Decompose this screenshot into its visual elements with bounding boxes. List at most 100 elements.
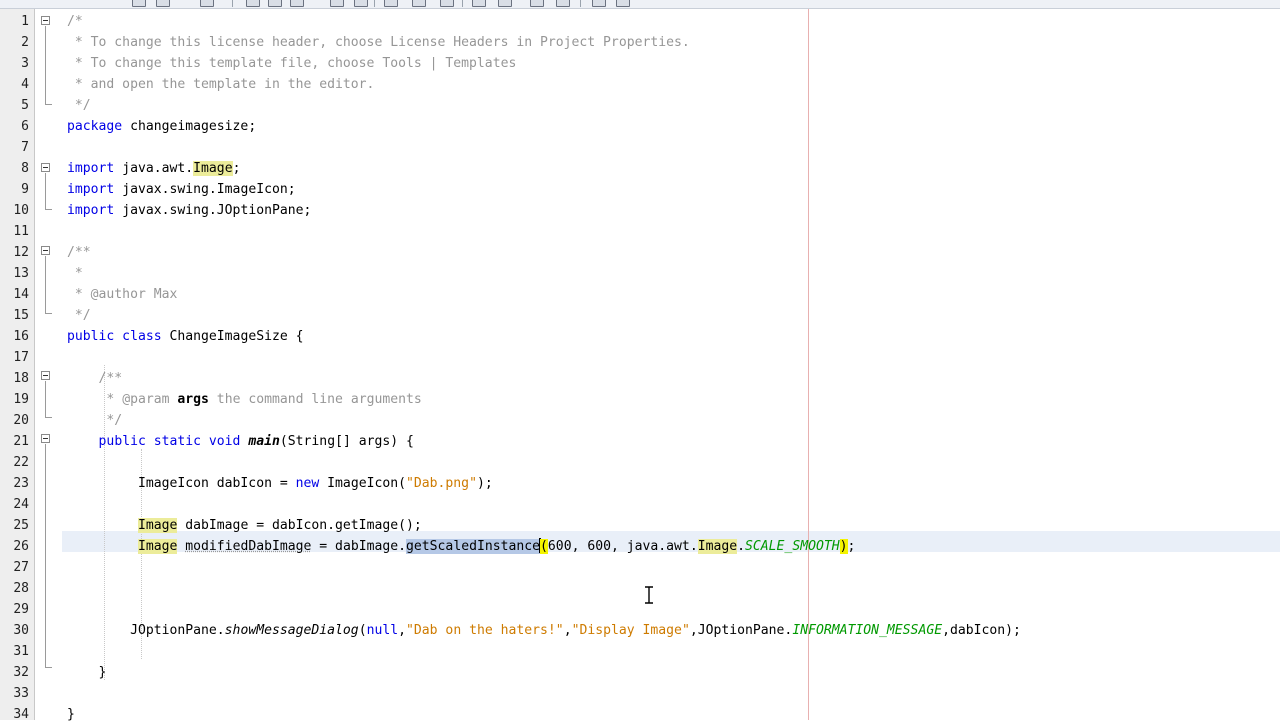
code-line[interactable]: */ [67,95,91,116]
forward-icon[interactable] [290,0,304,7]
line-number: 31 [13,644,29,659]
code-token: modifiedDabImage [185,539,312,554]
code-line[interactable]: * To change this template file, choose T… [67,53,516,74]
line-number: 4 [21,77,29,92]
code-token: Image [137,518,178,533]
fold-toggle-icon[interactable] [41,16,50,25]
code-line[interactable]: import java.awt.Image; [67,158,240,179]
code-token: new [295,476,320,491]
code-line[interactable]: Image modifiedDabImage = dabImage.getSca… [67,536,855,557]
line-number: 19 [13,392,29,407]
code-line[interactable]: import javax.swing.ImageIcon; [67,179,296,200]
code-line[interactable]: } [67,662,107,683]
line-number: 6 [21,119,29,134]
code-line[interactable]: * To change this license header, choose … [67,32,690,53]
code-token: ChangeImageSize { [161,329,304,344]
toolbar-separator [580,0,581,7]
shift-right-icon[interactable] [498,0,512,7]
copy-icon[interactable] [132,0,146,7]
code-line[interactable]: Image dabImage = dabIcon.getImage(); [67,515,422,536]
code-token: . [737,539,746,554]
line-number: 34 [13,707,29,722]
code-token: null [366,623,399,638]
fold-line [45,173,46,209]
code-line[interactable]: /* [67,11,83,32]
code-token: * [67,266,83,281]
code-token: , [563,623,572,638]
code-token: ) [839,539,848,554]
paste-icon[interactable] [156,0,170,7]
line-number: 18 [13,371,29,386]
code-line[interactable]: JOptionPane.showMessageDialog(null,"Dab … [67,620,1021,641]
code-line[interactable]: public class ChangeImageSize { [67,326,304,347]
line-number: 23 [13,476,29,491]
code-line[interactable]: import javax.swing.JOptionPane; [67,200,311,221]
code-token: */ [67,413,123,428]
fold-toggle-icon[interactable] [41,246,50,255]
shift-left-icon[interactable] [472,0,486,7]
code-token: , [398,623,407,638]
code-line[interactable]: /** [67,368,123,389]
code-token: ImageIcon dabIcon = [67,476,296,491]
line-number: 33 [13,686,29,701]
fold-toggle-icon[interactable] [41,434,50,443]
code-token: main [248,434,280,449]
find-icon[interactable] [246,0,260,7]
code-token: * To change this license header, choose … [67,35,690,50]
line-number: 21 [13,434,29,449]
code-token: INFORMATION_MESSAGE [792,623,943,638]
undo-icon[interactable] [200,0,214,7]
line-number: 26 [13,539,29,554]
text-cursor-icon [645,586,653,604]
line-number: 8 [21,161,29,176]
code-line[interactable]: * @author Max [67,284,178,305]
fold-toggle-icon[interactable] [41,163,50,172]
code-line[interactable]: public static void main(String[] args) { [67,431,414,452]
code-line[interactable]: * and open the template in the editor. [67,74,375,95]
toolbar-separator [374,0,375,7]
stop-macro-icon[interactable] [556,0,570,7]
line-number: 20 [13,413,29,428]
bookmark-icon[interactable] [330,0,344,7]
toggle-bookmark-icon[interactable] [354,0,368,7]
code-token: the command line arguments [208,392,422,407]
code-token: * @author Max [67,287,178,302]
code-line[interactable]: * [67,263,83,284]
fold-line [45,444,46,667]
line-number: 7 [21,140,29,155]
code-token: changeimagesize; [122,119,257,134]
code-line[interactable]: ImageIcon dabIcon = new ImageIcon("Dab.p… [67,473,493,494]
start-macro-icon[interactable] [530,0,544,7]
code-token: Image [697,539,738,554]
line-number: 25 [13,518,29,533]
code-token: "Dab on the haters!" [406,623,564,638]
code-token: Image [193,161,233,176]
line-number: 13 [13,266,29,281]
code-token: javax.swing.ImageIcon; [114,182,296,197]
code-line[interactable]: package changeimagesize; [67,116,256,137]
line-number: 24 [13,497,29,512]
fold-toggle-icon[interactable] [41,371,50,380]
next-occurrence-icon[interactable] [412,0,426,7]
code-token: ); [476,476,493,491]
code-line[interactable]: * @param args the command line arguments [67,389,422,410]
code-line[interactable]: /** [67,242,91,263]
uncomment-icon[interactable] [616,0,630,7]
toggle-highlight-icon[interactable] [440,0,454,7]
code-line[interactable]: */ [67,410,122,431]
previous-occurrence-icon[interactable] [384,0,398,7]
code-token: (String[] args) { [279,434,414,449]
code-token: javax.swing.JOptionPane; [114,203,312,218]
code-token: import [67,203,115,218]
back-icon[interactable] [268,0,282,7]
code-line[interactable]: */ [67,305,91,326]
toolbar-separator [462,0,463,7]
line-number: 32 [13,665,29,680]
code-token: SCALE_SMOOTH [745,539,840,554]
code-line[interactable]: } [67,704,75,725]
line-number: 22 [13,455,29,470]
comment-icon[interactable] [592,0,606,7]
line-number-gutter[interactable]: 1 2 3 4 5 6 7 8 9 10 11 12 13 14 15 16 17 18 19 20 21 22 23 24 2… [0,9,35,722]
